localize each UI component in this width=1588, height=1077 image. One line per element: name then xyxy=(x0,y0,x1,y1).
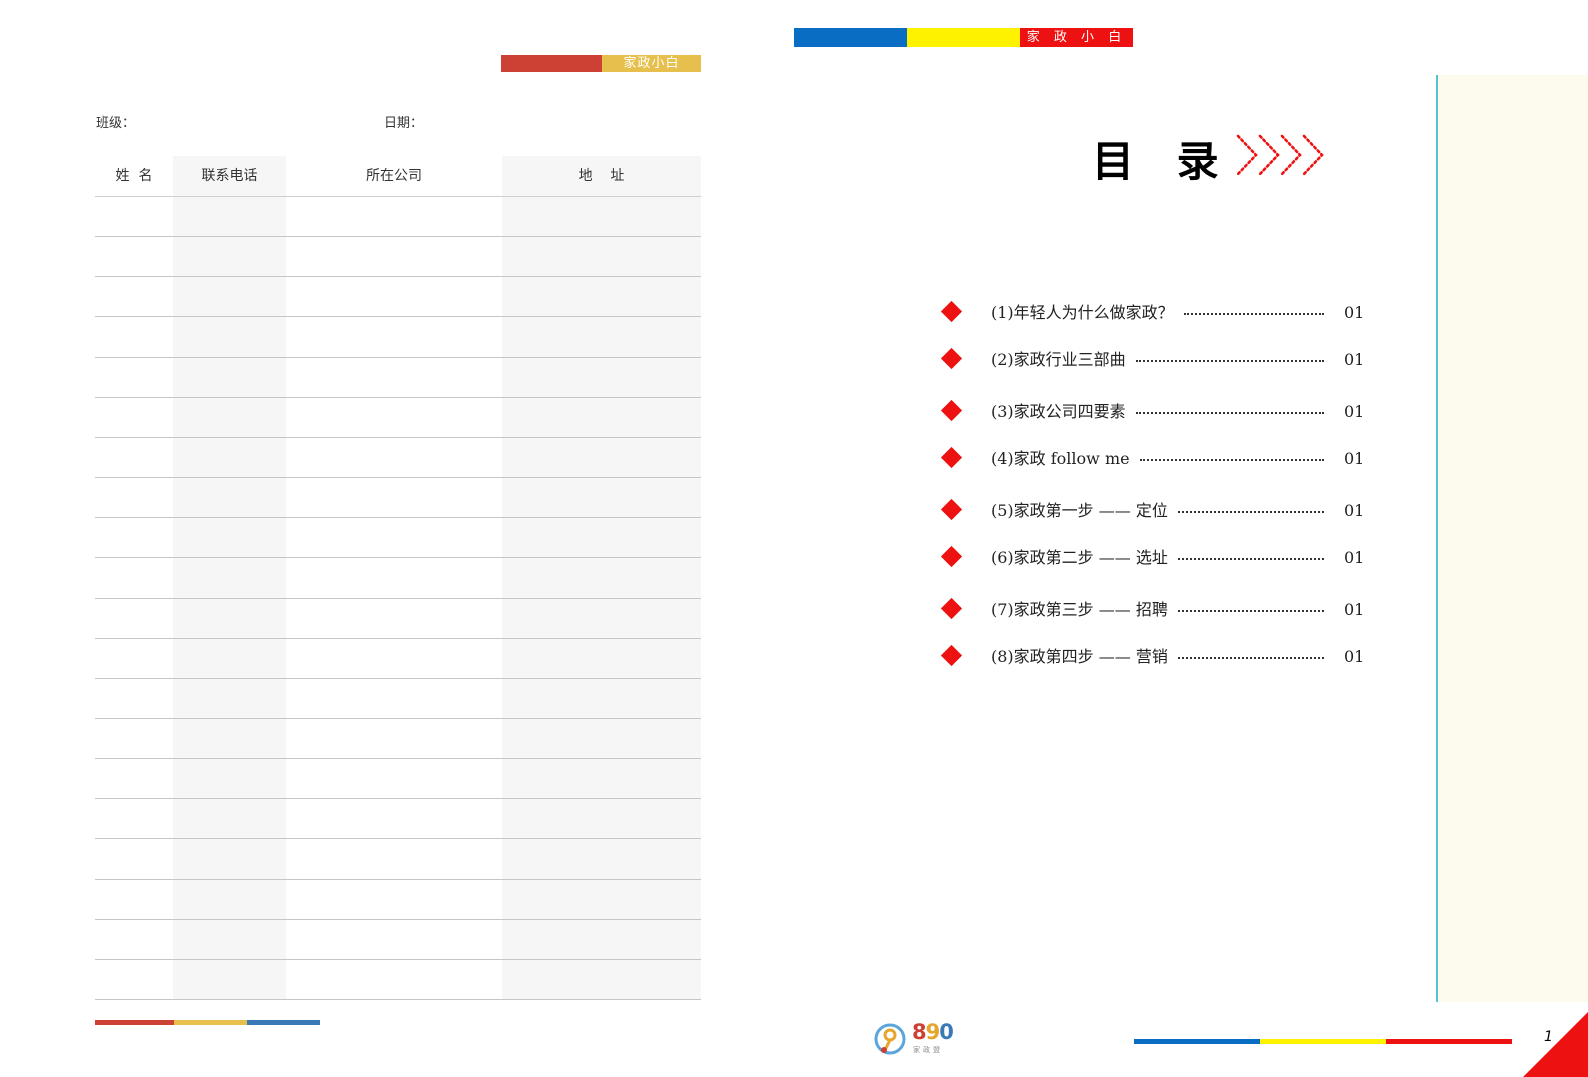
table-row xyxy=(95,236,701,237)
toc-item[interactable]: (1)年轻人为什么做家政？ 01 xyxy=(940,300,1370,326)
footer-bar-red xyxy=(95,1020,174,1025)
table-row xyxy=(95,276,701,277)
toc-item[interactable]: (5)家政第一步 —— 定位 01 xyxy=(940,498,1370,524)
diamond-bullet-icon xyxy=(940,644,963,667)
table-row xyxy=(95,477,701,478)
class-label: 班级： xyxy=(96,116,136,131)
toc-item-page: 01 xyxy=(1344,303,1365,322)
leader-dots xyxy=(1136,412,1324,414)
diamond-bullet-icon xyxy=(940,597,963,620)
column-shade-address xyxy=(502,156,701,999)
toc-item-page: 01 xyxy=(1344,449,1365,468)
logo-text: 890 xyxy=(912,1020,954,1044)
leader-dots xyxy=(1136,360,1324,362)
logo-mark-icon xyxy=(874,1023,906,1055)
header-bar-yellow xyxy=(907,28,1020,47)
table-row xyxy=(95,437,701,438)
footer-bar-yellow xyxy=(174,1020,247,1025)
table-row xyxy=(95,798,701,799)
toc-item-label: (2)家政行业三部曲 xyxy=(991,350,1126,369)
toc-item-label: (1)年轻人为什么做家政？ xyxy=(991,303,1174,322)
header-company: 所在公司 xyxy=(366,168,422,184)
footer-bar-yellow-right xyxy=(1260,1039,1386,1044)
toc-item-page: 01 xyxy=(1344,350,1365,369)
table-header: 姓 名 联系电话 所在公司 地 址 xyxy=(95,156,701,197)
chevron-arrows-icon xyxy=(1236,134,1324,176)
footer-bar-red-right xyxy=(1386,1039,1512,1044)
table-row xyxy=(95,838,701,839)
leader-dots xyxy=(1178,610,1324,612)
leader-dots xyxy=(1178,657,1324,659)
toc-item-page: 01 xyxy=(1344,600,1365,619)
brand-tag-red-bar xyxy=(501,55,602,72)
toc-item[interactable]: (2)家政行业三部曲 01 xyxy=(940,347,1370,373)
table-row xyxy=(95,397,701,398)
footer-bar-blue-right xyxy=(1134,1039,1260,1044)
toc-item-label: (7)家政第三步 —— 招聘 xyxy=(991,600,1168,619)
toc-item-label: (4)家政 follow me xyxy=(991,449,1130,468)
date-label: 日期： xyxy=(384,116,424,131)
toc-item-label: (3)家政公司四要素 xyxy=(991,402,1126,421)
header-bar-blue xyxy=(794,28,907,47)
margin-divider-line xyxy=(1436,75,1438,1002)
toc-item-label: (8)家政第四步 —— 营销 xyxy=(991,647,1168,666)
table-row xyxy=(95,718,701,719)
corner-triangle xyxy=(1523,1012,1588,1077)
toc-item-page: 01 xyxy=(1344,402,1365,421)
table-row xyxy=(95,638,701,639)
table-row xyxy=(95,316,701,317)
table-row xyxy=(95,517,701,518)
table-row xyxy=(95,678,701,679)
table-row xyxy=(95,879,701,880)
toc-item-page: 01 xyxy=(1344,501,1365,520)
toc-item[interactable]: (6)家政第二步 —— 选址 01 xyxy=(940,545,1370,571)
toc-item[interactable]: (8)家政第四步 —— 营销 01 xyxy=(940,644,1370,670)
table-row xyxy=(95,959,701,960)
cream-margin-panel xyxy=(1438,75,1588,1002)
leader-dots xyxy=(1184,313,1324,315)
toc-item-label: (6)家政第二步 —— 选址 xyxy=(991,548,1168,567)
diamond-bullet-icon xyxy=(940,399,963,422)
diamond-bullet-icon xyxy=(940,300,963,323)
diamond-bullet-icon xyxy=(940,347,963,370)
diamond-bullet-icon xyxy=(940,498,963,521)
logo-subtitle: 家政盟 xyxy=(913,1046,943,1054)
header-address: 地 址 xyxy=(578,168,625,184)
leader-dots xyxy=(1140,459,1324,461)
table-row xyxy=(95,598,701,599)
diamond-bullet-icon xyxy=(940,446,963,469)
table-row xyxy=(95,758,701,759)
toc-item-page: 01 xyxy=(1344,647,1365,666)
logo: 890 家政盟 xyxy=(874,1020,954,1056)
diamond-bullet-icon xyxy=(940,545,963,568)
toc-item[interactable]: (3)家政公司四要素 01 xyxy=(940,399,1370,425)
column-shade-phone xyxy=(173,156,286,999)
toc-item-page: 01 xyxy=(1344,548,1365,567)
brand-tag: 家政小白 xyxy=(602,55,701,72)
table-row xyxy=(95,919,701,920)
toc-item[interactable]: (7)家政第三步 —— 招聘 01 xyxy=(940,597,1370,623)
table-row xyxy=(95,999,701,1000)
table-row xyxy=(95,557,701,558)
leader-dots xyxy=(1178,511,1324,513)
brand-tag-right: 家 政 小 白 xyxy=(1020,28,1133,47)
toc-title: 目 录 xyxy=(1092,137,1233,186)
toc-item[interactable]: (4)家政 follow me 01 xyxy=(940,446,1370,472)
header-phone: 联系电话 xyxy=(201,168,258,184)
footer-bar-blue xyxy=(247,1020,320,1025)
roster-table: 姓 名 联系电话 所在公司 地 址 xyxy=(95,156,701,1000)
toc-item-label: (5)家政第一步 —— 定位 xyxy=(991,501,1168,520)
table-row xyxy=(95,357,701,358)
leader-dots xyxy=(1178,558,1324,560)
header-name: 姓 名 xyxy=(115,168,153,184)
